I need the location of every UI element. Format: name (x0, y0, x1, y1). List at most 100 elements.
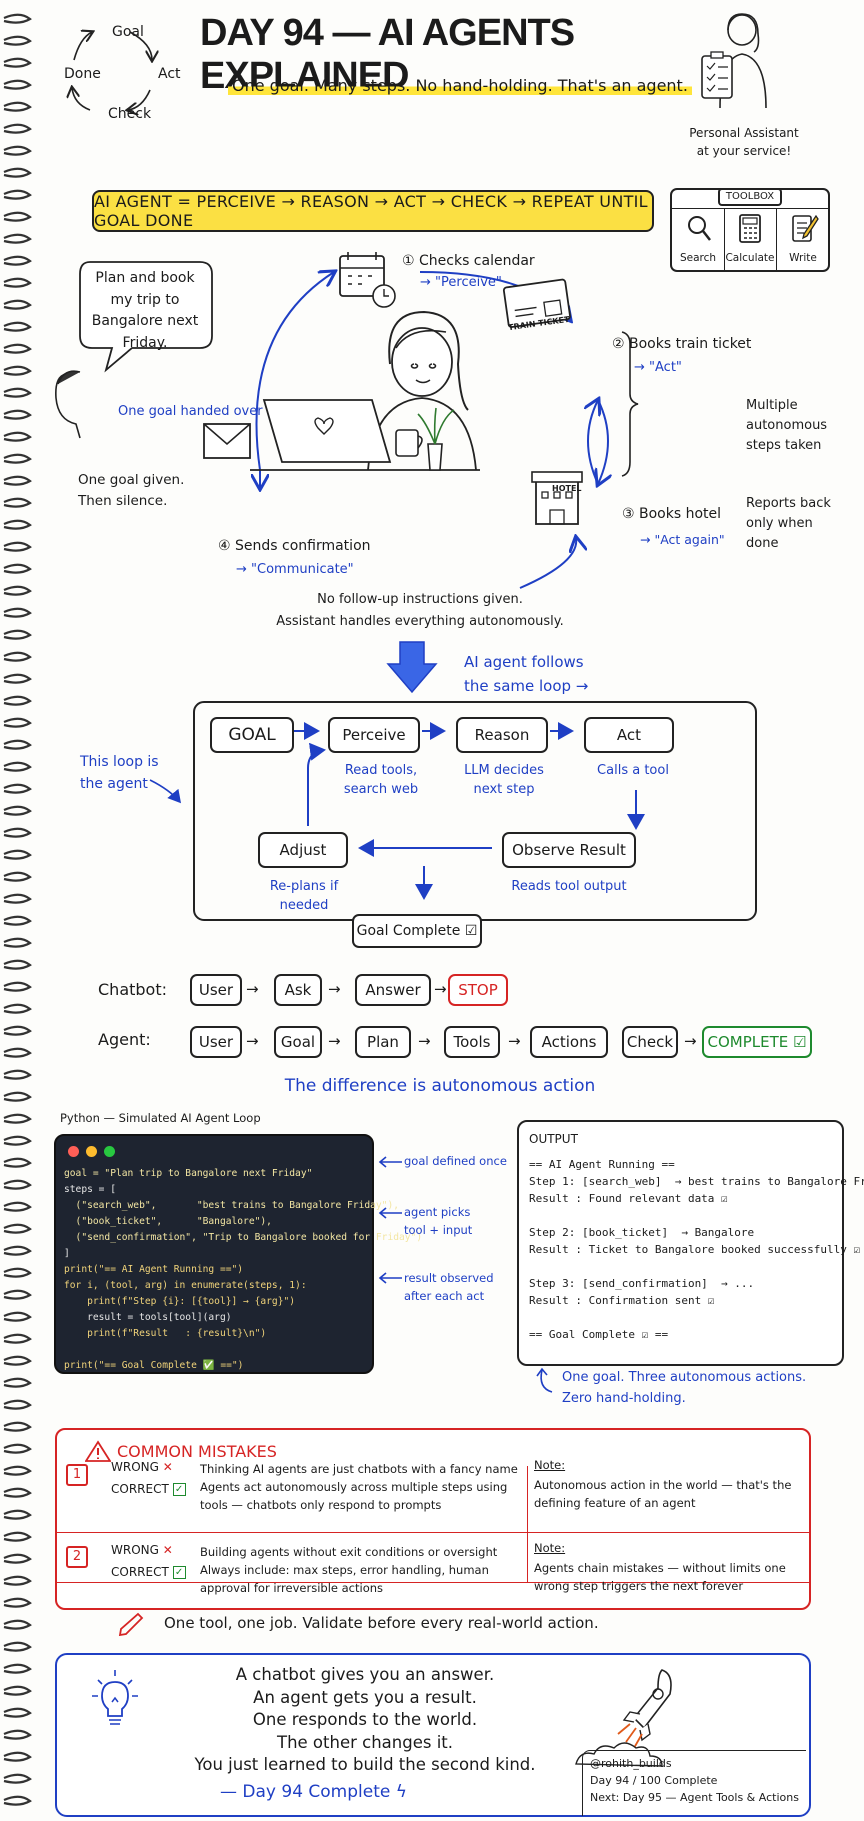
agent-arrow: → (684, 1032, 697, 1050)
spiral-ring (3, 343, 32, 354)
spiral-ring (3, 629, 32, 640)
mistake-2-correct-label: CORRECT ✓ (111, 1565, 186, 1579)
spiral-binding (3, 13, 32, 1806)
spiral-ring (3, 1003, 32, 1014)
spiral-ring (3, 1619, 32, 1630)
code-line: for i, (tool, arg) in enumerate(steps, 1… (64, 1280, 307, 1291)
step1-label: ① Checks calendar (402, 253, 535, 269)
spiral-ring (3, 1751, 32, 1762)
day-complete: — Day 94 Complete ϟ (220, 1782, 407, 1802)
agent-label: Agent: (98, 1030, 151, 1049)
mistake-1-correct-text: Agents act autonomously across multiple … (200, 1480, 508, 1513)
mistake-1-note: Autonomous action in the world — that's … (534, 1478, 792, 1511)
spiral-ring (3, 1223, 32, 1234)
step2-tag: → "Act" (634, 360, 682, 375)
mistakes-tip: One tool, one job. Validate before every… (164, 1614, 599, 1632)
spiral-ring (3, 739, 32, 750)
output-line: Result : Found relevant data ☑ (529, 1192, 728, 1205)
progress-label: Day 94 / 100 Complete (590, 1774, 718, 1787)
spiral-ring (3, 13, 32, 24)
code-note-goal: goal defined once (404, 1154, 507, 1168)
mistake-1-note-label: Note: (534, 1458, 566, 1472)
search-icon (688, 216, 711, 241)
spiral-ring (3, 1113, 32, 1124)
output-line: Step 3: [send_confirmation] → ... (529, 1277, 755, 1290)
handed-over-label: One goal handed over (118, 404, 263, 419)
spiral-ring (3, 937, 32, 948)
spiral-ring (3, 893, 32, 904)
mistake-2-wrong-text: Building agents without exit conditions … (200, 1545, 498, 1559)
hotel-label: HOTEL (552, 484, 582, 493)
code-note-result: result observed after each act (404, 1271, 494, 1303)
agent-step-goal: Goal (274, 1026, 322, 1058)
assistant-caption: Personal Assistant at your service! (689, 126, 799, 158)
spiral-ring (3, 1069, 32, 1080)
warning-icon (85, 1440, 111, 1462)
spiral-ring (3, 1663, 32, 1674)
spiral-ring (3, 431, 32, 442)
credits: @rohith_builds Day 94 / 100 Complete Nex… (590, 1755, 799, 1806)
code-line: print("== Goal Complete ✅ ==") (64, 1360, 244, 1371)
mistake-2-wrong-label: WRONG ✕ (111, 1543, 173, 1557)
spiral-ring (3, 981, 32, 992)
write-icon (792, 214, 819, 242)
code-line: ] (64, 1248, 70, 1259)
output-line: Result : Ticket to Bangalore booked succ… (529, 1243, 861, 1256)
code-line: steps = [ (64, 1184, 116, 1195)
side-note-report: Reports back only when done (746, 496, 831, 552)
mistake-2-note: Agents chain mistakes — without limits o… (534, 1561, 786, 1594)
spiral-ring (3, 299, 32, 310)
check-icon: ✓ (172, 1483, 186, 1496)
code-line: goal = "Plan trip to Bangalore next Frid… (64, 1168, 313, 1179)
spiral-ring (3, 1091, 32, 1102)
chatbot-step-answer: Answer (355, 974, 431, 1006)
code-line: print(f"Result : {result}\n") (64, 1328, 267, 1339)
output-line: Step 1: [search_web] → best trains to Ba… (529, 1175, 864, 1188)
loop-is-agent-label: This loop is the agent (80, 754, 159, 792)
spiral-ring (3, 1179, 32, 1190)
mistake-2-correct-text: Always include: max steps, error handlin… (200, 1563, 489, 1596)
code-line: ("book_ticket", "Bangalore"), (64, 1216, 272, 1227)
spiral-ring (3, 189, 32, 200)
agent-step-tools: Tools (444, 1026, 500, 1058)
agent-step-user: User (190, 1026, 242, 1058)
check-icon: ✓ (172, 1566, 186, 1579)
cycle-goal: Goal (112, 24, 144, 40)
chatbot-arrow: → (328, 980, 341, 998)
spiral-ring (3, 1289, 32, 1300)
chatbot-arrow: → (434, 980, 447, 998)
spiral-ring (3, 1465, 32, 1476)
mistake-1-number: 1 (66, 1464, 88, 1486)
page-subtitle: One goal. Many steps. No hand-holding. T… (228, 76, 692, 95)
close-dot-icon (68, 1146, 79, 1157)
spiral-ring (3, 1641, 32, 1652)
speech-bubble-text: Plan and book my trip to Bangalore next … (91, 270, 199, 352)
goal-complete-node: Goal Complete ☑ (352, 914, 482, 948)
spiral-ring (3, 1575, 32, 1586)
spiral-ring (3, 167, 32, 178)
spiral-ring (3, 805, 32, 816)
spiral-ring (3, 1399, 32, 1410)
spiral-ring (3, 827, 32, 838)
spiral-ring (3, 519, 32, 530)
spiral-ring (3, 849, 32, 860)
spiral-ring (3, 1443, 32, 1454)
spiral-ring (3, 915, 32, 926)
agent-arrow: → (418, 1032, 431, 1050)
step3-tag: → "Act again" (640, 532, 725, 547)
calculator-icon (739, 214, 761, 243)
adjust-note: Re-plans if needed (269, 879, 339, 913)
output-caption-arrow (536, 1367, 553, 1393)
spiral-ring (3, 563, 32, 574)
spiral-ring (3, 277, 32, 288)
spiral-ring (3, 585, 32, 596)
cycle-check: Check (108, 106, 152, 122)
spiral-ring (3, 1795, 32, 1806)
chatbot-arrow: → (246, 980, 259, 998)
spiral-ring (3, 57, 32, 68)
output-caption: One goal. Three autonomous actions. Zero… (562, 1370, 807, 1406)
spiral-ring (3, 1553, 32, 1564)
chatbot-label: Chatbot: (98, 980, 167, 999)
code-line: print(f"Step {i}: [{tool}] → {arg}") (64, 1296, 296, 1307)
